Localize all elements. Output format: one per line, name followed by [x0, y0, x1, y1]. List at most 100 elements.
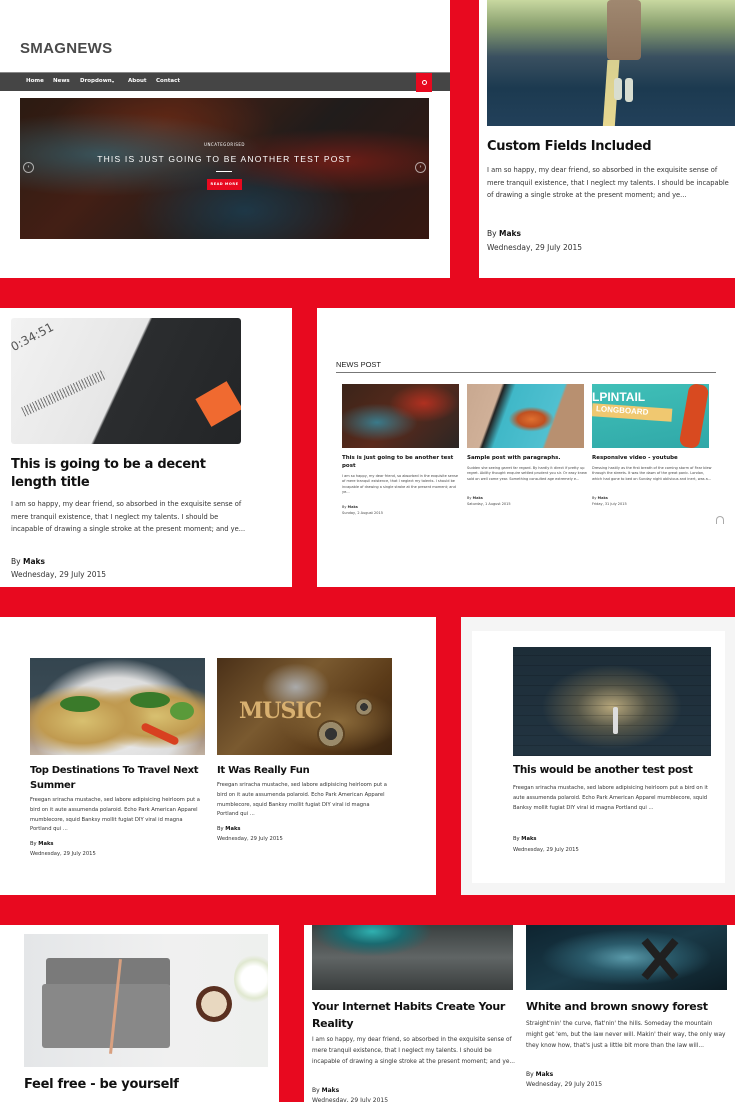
waveform — [21, 369, 107, 417]
read-more-button[interactable]: READ MORE — [207, 179, 242, 190]
author-link[interactable]: Maks — [499, 229, 521, 238]
author-link[interactable]: Maks — [38, 841, 53, 847]
by-label: By — [592, 496, 597, 500]
plant-pot — [196, 986, 232, 1022]
news-item-image[interactable]: LPINTAIL LONGBOARD — [592, 384, 709, 448]
by-label: By — [513, 836, 520, 842]
image-text: LPINTAIL — [592, 390, 646, 404]
news-item-author: By Maks — [592, 496, 608, 500]
main-nav: Home News Dropdown ▾ About Contact — [0, 72, 450, 92]
shoe — [614, 78, 622, 100]
longboard-graphic — [678, 384, 709, 448]
post-author: By Maks — [30, 840, 54, 850]
news-item-image[interactable] — [342, 384, 459, 448]
hero-divider — [216, 171, 232, 172]
post-title[interactable]: Top Destinations To Travel Next Summer — [30, 763, 210, 793]
post-image[interactable] — [312, 925, 513, 990]
legs — [607, 0, 641, 60]
hero-category[interactable]: UNCATEGORISED — [20, 142, 429, 147]
author-link[interactable]: Maks — [348, 505, 358, 509]
news-item-date: Friday, 31 July 2015 — [592, 502, 627, 506]
search-icon — [421, 80, 427, 85]
author-link[interactable]: Maks — [322, 1087, 340, 1094]
post-author: By Maks — [513, 835, 537, 845]
post-date: Wednesday, 29 July 2015 — [217, 836, 283, 842]
by-label: By — [11, 557, 21, 566]
author-link[interactable]: Maks — [521, 836, 536, 842]
by-label: By — [487, 229, 497, 238]
news-item-title[interactable]: Sample post with paragraphs. — [467, 454, 587, 462]
post-excerpt: Freegan sriracha mustache, sed labore ad… — [513, 785, 708, 811]
site-logo[interactable]: SMAGNEWS — [20, 40, 112, 57]
news-item-date: Sunday, 2 August 2015 — [342, 511, 383, 515]
author-link[interactable]: Maks — [225, 826, 240, 832]
chevron-down-icon[interactable]: ▾ — [112, 79, 114, 84]
slider-next-icon[interactable]: › — [415, 162, 426, 173]
flower — [234, 954, 268, 1004]
news-item-image[interactable] — [467, 384, 584, 448]
post-author: By Maks — [11, 556, 45, 568]
by-label: By — [342, 505, 347, 509]
search-button[interactable] — [416, 73, 432, 92]
by-label: By — [526, 1071, 534, 1078]
post-author: By Maks — [217, 825, 241, 835]
post-excerpt: I am so happy, my dear friend, so absorb… — [487, 166, 729, 200]
author-link[interactable]: Maks — [536, 1071, 554, 1078]
nav-about[interactable]: About — [128, 78, 147, 84]
news-item-author: By Maks — [467, 496, 483, 500]
felt-case — [42, 984, 170, 1048]
site-header-panel: SMAGNEWS Home News Dropdown ▾ About Cont… — [0, 0, 450, 278]
post-title[interactable]: Your Internet Habits Create Your Reality — [312, 999, 517, 1032]
child-figure — [613, 707, 618, 734]
post-image[interactable] — [526, 925, 727, 990]
post-title[interactable]: This would be another test post — [513, 763, 723, 778]
author-link[interactable]: Maks — [473, 496, 483, 500]
hero-overlay — [20, 98, 429, 239]
hero-slider[interactable]: UNCATEGORISED THIS IS JUST GOING TO BE A… — [20, 98, 429, 239]
news-item-title[interactable]: This is just going to be another test po… — [342, 454, 462, 470]
post-image[interactable] — [513, 647, 711, 756]
post-title[interactable]: White and brown snowy forest — [526, 999, 731, 1016]
author-link[interactable]: Maks — [23, 557, 45, 566]
post-image[interactable] — [487, 0, 735, 126]
author-link[interactable]: Maks — [598, 496, 608, 500]
post-title[interactable]: Custom Fields Included — [487, 138, 733, 156]
news-item-title[interactable]: Responsive video - youtube — [592, 454, 712, 462]
nav-home[interactable]: Home — [26, 78, 44, 84]
post-excerpt: Freegan sriracha mustache, sed labore ad… — [217, 782, 387, 818]
post-date: Wednesday, 29 July 2015 — [487, 243, 583, 252]
shoe — [625, 78, 633, 102]
news-item-date: Saturday, 1 August 2015 — [467, 502, 511, 506]
post-date: Wednesday, 29 July 2015 — [30, 851, 96, 857]
hero-title[interactable]: THIS IS JUST GOING TO BE ANOTHER TEST PO… — [20, 154, 429, 164]
slider-prev-icon[interactable]: ‹ — [23, 162, 34, 173]
speaker — [355, 698, 373, 716]
herb — [60, 696, 100, 712]
speaker — [317, 720, 345, 748]
news-item-excerpt: Sudden she seeing garret far regard. By … — [467, 466, 587, 481]
section-divider — [336, 372, 716, 373]
post-title[interactable]: It Was Really Fun — [217, 763, 397, 778]
by-label: By — [30, 841, 37, 847]
section-heading: NEWS POST — [336, 360, 382, 369]
post-image[interactable] — [30, 658, 205, 755]
post-card-feel-free: Feel free - be yourself — [0, 925, 279, 1102]
orange-button-graphic — [195, 381, 241, 427]
post-card-test-post: This would be another test post Freegan … — [461, 617, 735, 895]
post-author: By Maks — [526, 1071, 553, 1078]
post-excerpt: I am so happy, my dear friend, so absorb… — [11, 500, 246, 534]
post-title[interactable]: This is going to be a decent length titl… — [11, 456, 251, 492]
scroll-top-icon[interactable] — [716, 516, 724, 524]
news-item-author: By Maks — [342, 505, 358, 509]
by-label: By — [217, 826, 224, 832]
post-image[interactable]: MUSIC — [217, 658, 392, 755]
tomato — [140, 721, 180, 747]
post-image[interactable] — [24, 934, 268, 1067]
nav-dropdown[interactable]: Dropdown — [80, 78, 112, 84]
post-author: By Maks — [312, 1087, 339, 1094]
by-label: By — [467, 496, 472, 500]
post-title[interactable]: Feel free - be yourself — [24, 1076, 274, 1094]
post-image[interactable]: 0:34:51 — [11, 318, 241, 444]
nav-contact[interactable]: Contact — [156, 78, 180, 84]
nav-news[interactable]: News — [53, 78, 70, 84]
